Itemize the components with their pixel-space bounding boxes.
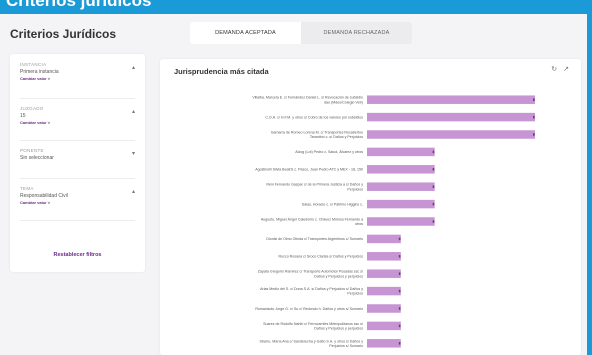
category-label: Zapata Gregorio Ramírez c/ Transporte Au… bbox=[258, 270, 363, 274]
category-label: Daños y Perjuicios y perjuicios bbox=[314, 274, 363, 278]
citations-bar-chart: Villalba, Marcela E. c/ Fernández Daniel… bbox=[252, 95, 535, 348]
category-label: otros bbox=[355, 222, 363, 226]
filter-value: Sin seleccionar bbox=[20, 155, 54, 161]
bar[interactable] bbox=[367, 234, 401, 244]
category-label: Tarantino c. s/ Daños y Perjuicios bbox=[310, 135, 363, 139]
bar-end-marker bbox=[432, 220, 435, 223]
category-label: Gamarra de Romeo Lorena M. c/ Transporte… bbox=[271, 131, 363, 135]
filter-value: Responsabilidad Civil bbox=[20, 193, 68, 199]
bar-end-marker bbox=[398, 307, 401, 310]
app-window: Criterios Jurídicos DEMANDA ACEPTADA DEM… bbox=[0, 14, 587, 355]
divider bbox=[20, 98, 135, 99]
filter-category: PONENTE bbox=[20, 148, 44, 153]
category-label: Salas, Horacio c. s/ Patrimo Higgins c. bbox=[302, 202, 363, 206]
bar-end-marker bbox=[432, 202, 435, 206]
category-label: Perjuicios bbox=[347, 292, 363, 296]
category-label: Romanisolo Jorge G. c/ Su c/ Redondo h. … bbox=[255, 307, 363, 311]
filter-category: TEMA bbox=[20, 186, 34, 191]
bar-end-marker bbox=[398, 342, 401, 345]
jurisprudence-panel: Jurisprudencia más citada ↻ ↗ Villalba, … bbox=[160, 59, 581, 355]
category-label: C.O.A. c/ H.F.M. y otros s/ Cobro de los… bbox=[265, 115, 363, 119]
category-label: Arias Medio del S. c/ Duna S.A. s/ Daños… bbox=[260, 287, 363, 291]
bar-end-marker bbox=[398, 255, 401, 258]
tab-demanda-aceptada[interactable]: DEMANDA ACEPTADA bbox=[190, 22, 301, 44]
bar[interactable] bbox=[367, 95, 535, 104]
bar-end-marker bbox=[398, 237, 401, 241]
category-label: Reni Fernando Gaspar c/ de la Primera Ju… bbox=[266, 183, 363, 187]
category-label: Dionisi de Olmo Olinda c/ Transportes Ar… bbox=[266, 237, 363, 241]
bar-end-marker bbox=[398, 289, 401, 293]
bar[interactable] bbox=[367, 182, 435, 191]
change-value-link[interactable]: Cambiar valor > bbox=[20, 76, 135, 81]
bar[interactable] bbox=[367, 304, 401, 313]
tab-bar: DEMANDA ACEPTADA DEMANDA RECHAZADA bbox=[190, 22, 412, 44]
category-label: Perjuicios bbox=[347, 187, 363, 191]
bar-end-marker bbox=[398, 324, 401, 328]
filter-instancia[interactable]: INSTANCIA Primera instancia Cambiar valo… bbox=[10, 62, 145, 81]
chevron-up-icon[interactable]: ▴ bbox=[132, 108, 135, 115]
bar-end-marker bbox=[432, 168, 435, 171]
change-value-link[interactable]: Cambiar valor > bbox=[20, 120, 135, 125]
bar[interactable] bbox=[367, 286, 401, 296]
filter-value: 15 bbox=[20, 113, 26, 119]
category-label: Villalba, Marcela E. c/ Fernández Daniel… bbox=[252, 96, 363, 100]
banner-title: Criterios jurídicos bbox=[6, 0, 152, 10]
bar-end-marker bbox=[533, 98, 535, 101]
bar[interactable] bbox=[367, 217, 435, 226]
category-label: Augusto, Miguel Ángel Caledonio c. Cháve… bbox=[261, 218, 363, 222]
filter-juzgado[interactable]: JUZGADO 15 Cambiar valor > ▴ bbox=[10, 106, 145, 125]
bar-end-marker bbox=[432, 185, 435, 188]
category-label: Alzog (Lot) Pedro c. Salud, Álvarez y ot… bbox=[295, 150, 363, 154]
filter-tema[interactable]: TEMA Responsabilidad Civil Cambiar valor… bbox=[10, 186, 145, 205]
category-label: Perjuicios s/ Sumario bbox=[329, 344, 363, 348]
category-label: Suarez de Rodolfo Nahiri c/ Ferrocarrile… bbox=[263, 322, 363, 326]
page-title: Criterios Jurídicos bbox=[10, 27, 117, 41]
filter-category: JUZGADO bbox=[20, 106, 44, 111]
category-label: Daños y Perjuicios y perjuicios bbox=[314, 327, 363, 331]
tab-demanda-rechazada[interactable]: DEMANDA RECHAZADA bbox=[301, 22, 412, 44]
category-label: Agostinelli Silvia Beatriz c. Pasco, Jua… bbox=[255, 168, 363, 172]
bar[interactable] bbox=[367, 321, 401, 331]
bar[interactable] bbox=[367, 147, 435, 157]
chevron-up-icon[interactable]: ▴ bbox=[132, 188, 135, 195]
bar[interactable] bbox=[367, 112, 535, 122]
bar[interactable] bbox=[367, 252, 401, 261]
bar-end-marker bbox=[398, 272, 401, 275]
category-label: Rocco Rosana c/ Sroco Clarisa s/ Daños y… bbox=[279, 255, 364, 259]
reset-filters-button[interactable]: Restablecer filtros bbox=[10, 252, 145, 258]
category-label: Sbarro, María Ana c/ Sanderecha y Gatto … bbox=[260, 339, 364, 343]
divider bbox=[20, 178, 135, 179]
change-value-link[interactable]: Cambiar valor > bbox=[20, 200, 135, 205]
divider bbox=[20, 220, 135, 221]
bar-end-marker bbox=[533, 133, 535, 136]
filter-value: Primera instancia bbox=[20, 69, 59, 75]
filter-category: INSTANCIA bbox=[20, 62, 47, 67]
filters-sidebar: INSTANCIA Primera instancia Cambiar valo… bbox=[10, 54, 145, 272]
filter-ponente[interactable]: PONENTE Sin seleccionar ▾ bbox=[10, 148, 145, 161]
chevron-up-icon[interactable]: ▴ bbox=[132, 64, 135, 71]
category-label: dao (Mdeo/Colegio Vetr) bbox=[324, 100, 363, 104]
divider bbox=[20, 140, 135, 141]
bar[interactable] bbox=[367, 199, 435, 209]
bar-end-marker bbox=[533, 115, 535, 119]
page-banner: Criterios jurídicos bbox=[0, 0, 592, 14]
bar-end-marker bbox=[432, 150, 435, 154]
chevron-down-icon[interactable]: ▾ bbox=[132, 150, 135, 157]
bar[interactable] bbox=[367, 130, 535, 139]
bar[interactable] bbox=[367, 165, 435, 174]
bar[interactable] bbox=[367, 269, 401, 278]
bar[interactable] bbox=[367, 339, 401, 348]
